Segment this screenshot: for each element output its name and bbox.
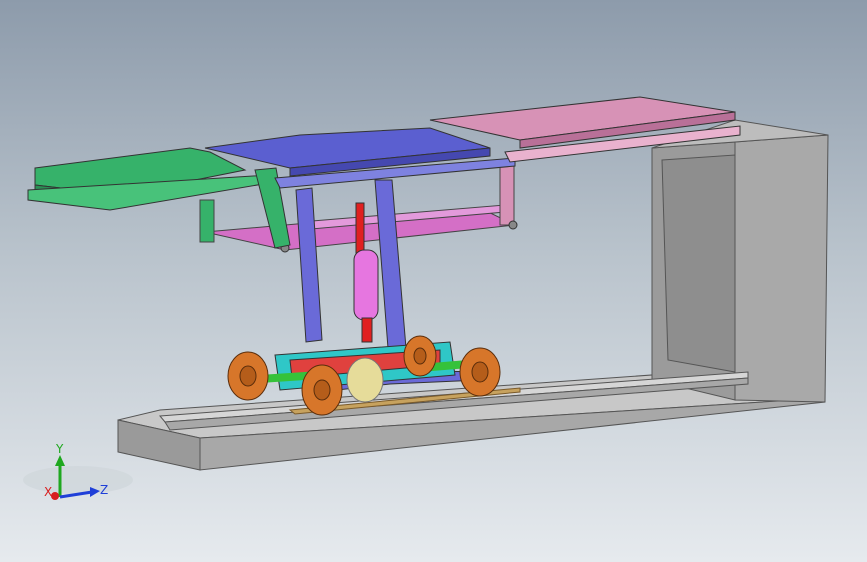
pivot-pin xyxy=(508,220,518,230)
triad-shadow xyxy=(23,466,133,494)
column-front-leg xyxy=(374,179,409,375)
drive-gear xyxy=(346,357,384,403)
triad-z-label: Z xyxy=(100,483,108,497)
cylinder-body xyxy=(353,249,379,321)
wheel xyxy=(403,335,437,377)
cad-scene[interactable]: Y Z X xyxy=(0,0,867,562)
tower-opening xyxy=(661,154,736,373)
wheel xyxy=(301,364,343,416)
column-back-leg xyxy=(295,187,323,343)
triad-y-arrow xyxy=(55,455,65,466)
tower-front-face xyxy=(734,134,829,403)
triad-x-label: X xyxy=(44,485,52,499)
wheel xyxy=(459,347,501,397)
cad-viewport[interactable]: Y Z X xyxy=(0,0,867,562)
right-lift-arm xyxy=(499,164,515,226)
piston-rod xyxy=(355,202,365,254)
triad-y-label: Y xyxy=(55,442,64,456)
cylinder-foot xyxy=(361,317,373,343)
wheel xyxy=(227,351,269,401)
coordinate-triad: Y Z X xyxy=(23,442,133,500)
left-lift-arm xyxy=(199,199,215,243)
